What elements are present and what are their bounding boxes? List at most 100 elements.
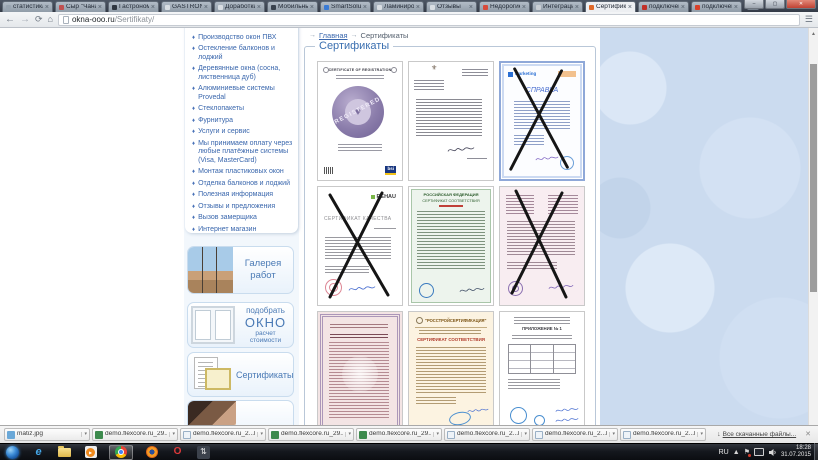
taskbar-explorer[interactable] <box>57 445 72 460</box>
downloads-bar-close-icon[interactable]: ✕ <box>805 431 811 438</box>
tab-close-icon[interactable]: × <box>628 5 632 10</box>
reload-icon[interactable]: ⟳ <box>35 15 43 24</box>
network-icon[interactable] <box>754 448 764 456</box>
action-center-flag-icon[interactable]: ⚑ <box>744 449 750 456</box>
caret-icon[interactable]: ▾ <box>433 432 439 437</box>
browser-tab[interactable]: Отзывы× <box>426 1 477 12</box>
browser-tab[interactable]: Мобильный× <box>267 1 318 12</box>
certificate-thumbnail-rosstroy[interactable]: "РОССТРОЙСЕРТИФИКАЦИЯ" СЕРТИФИКАТ СООТВЕ… <box>408 311 494 425</box>
certificate-thumbnail-appendix[interactable]: ПРИЛОЖЕНИЕ № 1 <box>499 311 585 425</box>
caret-icon[interactable]: ▾ <box>609 432 615 437</box>
sidebar-item-glass[interactable]: ♦Стеклопакеты <box>192 105 294 114</box>
tab-close-icon[interactable]: × <box>522 5 526 10</box>
window-minimize-button[interactable]: – <box>744 0 764 9</box>
scrollbar-thumb[interactable] <box>810 64 817 292</box>
certificate-thumbnail-letter[interactable]: ⚜ <box>408 61 494 181</box>
show-desktop-button[interactable] <box>814 443 818 460</box>
taskbar-ie[interactable]: e <box>31 445 46 460</box>
sidebar-item-glazing[interactable]: ♦Остекление балконов и лоджий <box>192 45 294 62</box>
browser-tab[interactable]: статистика× <box>2 1 53 12</box>
download-item[interactable]: demo.flexcore.ru_2...html▾ <box>444 428 530 441</box>
tab-close-icon[interactable]: × <box>45 5 49 10</box>
certificate-thumbnail-green[interactable]: РОССИЙСКАЯ ФЕДЕРАЦИЯ СЕРТИФИКАТ СООТВЕТС… <box>408 186 494 306</box>
sidebar-item-shop[interactable]: ♦Интернет магазин <box>192 226 294 235</box>
sidebar-item-aluminium[interactable]: ♦Алюминиевые системы Provedal <box>192 85 294 102</box>
breadcrumb-home-link[interactable]: Главная <box>319 31 348 40</box>
tab-close-icon[interactable]: × <box>469 5 473 10</box>
browser-tab[interactable]: GASTRONO...× <box>161 1 212 12</box>
tab-close-icon[interactable]: × <box>257 5 261 10</box>
sidebar-item-services[interactable]: ♦Услуги и сервис <box>192 128 294 137</box>
start-button[interactable] <box>5 445 20 460</box>
sidebar-item-reviews[interactable]: ♦Отзывы и предложения <box>192 203 294 212</box>
forward-icon[interactable]: → <box>20 15 30 25</box>
caret-icon[interactable]: ▾ <box>81 432 87 437</box>
tab-close-icon[interactable]: × <box>681 5 685 10</box>
home-icon[interactable]: ⌂ <box>48 15 53 24</box>
certificates-widget[interactable]: Сертификаты <box>187 352 294 397</box>
hidden-icons-arrow[interactable]: ▲ <box>733 449 740 456</box>
chrome-menu-icon[interactable]: ☰ <box>805 15 813 24</box>
download-item[interactable]: demo.flexcore.ru_29....csv▾ <box>92 428 178 441</box>
certificate-thumbnail-bsi[interactable]: CERTIFICATE OF REGISTRATION ♥ REGISTERED… <box>317 61 403 181</box>
download-item[interactable]: demo.flexcore.ru_2...html▾ <box>180 428 266 441</box>
sidebar-item-pvh[interactable]: ♦Производство окон ПВХ <box>192 34 294 43</box>
download-item[interactable]: demo.flexcore.ru_2...html▾ <box>532 428 618 441</box>
gallery-widget[interactable]: Галерея работ <box>187 246 294 294</box>
online-consultant-widget[interactable]: ONLINE <box>187 400 294 425</box>
browser-tab[interactable]: Ламиниро...× <box>373 1 424 12</box>
tab-close-icon[interactable]: × <box>310 5 314 10</box>
caret-icon[interactable]: ▾ <box>521 432 527 437</box>
language-indicator[interactable]: RU <box>719 449 729 456</box>
sidebar-item-install[interactable]: ♦Монтаж пластиковых окон <box>192 168 294 177</box>
browser-tab[interactable]: Недорогие...× <box>479 1 530 12</box>
speaker-icon[interactable] <box>768 448 777 457</box>
sidebar-item-montblanc[interactable]: ♦Элитные окна MONTBLANC <box>192 28 294 31</box>
browser-tab[interactable]: Интеграции× <box>532 1 583 12</box>
browser-tab[interactable]: Гастроном× <box>108 1 159 12</box>
taskbar-firefox[interactable] <box>144 445 159 460</box>
browser-tab[interactable]: подключени...× <box>638 1 689 12</box>
browser-tab[interactable]: Сыр "Чанах"× <box>55 1 106 12</box>
sidebar-item-info[interactable]: ♦Полезная информация <box>192 191 294 200</box>
window-maximize-button[interactable]: ▢ <box>765 0 785 9</box>
browser-tab[interactable]: подключени...× <box>691 1 742 12</box>
scroll-up-icon[interactable]: ▲ <box>809 28 818 39</box>
taskbar-chrome-active[interactable] <box>109 445 133 460</box>
window-calculator-widget[interactable]: подобрать ОКНО расчет стоимости <box>187 302 294 348</box>
tab-close-icon[interactable]: × <box>363 5 367 10</box>
certificate-thumbnail-rehau-crossed[interactable]: REHAU СЕРТИФИКАТ КАЧЕСТВА <box>317 186 403 306</box>
taskbar-opera[interactable]: O <box>170 445 185 460</box>
tab-close-icon[interactable]: × <box>98 5 102 10</box>
certificate-thumbnail-pink-crossed[interactable] <box>499 186 585 306</box>
back-icon[interactable]: ← <box>5 15 15 25</box>
caret-icon[interactable]: ▾ <box>257 432 263 437</box>
show-all-downloads-link[interactable]: ↓ Все скачанные файлы... <box>717 431 796 438</box>
certificate-thumbnail-blue-crossed[interactable]: Marketing СПРАВКА <box>499 61 585 181</box>
sidebar-item-payment[interactable]: ♦Мы принимаем оплату через любые платёжн… <box>192 140 294 166</box>
caret-icon[interactable]: ▾ <box>697 432 703 437</box>
tab-close-icon[interactable]: × <box>416 5 420 10</box>
caret-icon[interactable]: ▾ <box>169 432 175 437</box>
sidebar-item-measurer[interactable]: ♦Вызов замерщика <box>192 214 294 223</box>
browser-tab-active[interactable]: Сертификат...× <box>585 1 636 12</box>
certificate-thumbnail-ornate[interactable] <box>317 311 403 425</box>
tab-close-icon[interactable]: × <box>575 5 579 10</box>
download-item[interactable]: matiz.jpg▾ <box>4 428 90 441</box>
sidebar-item-wood[interactable]: ♦Деревянные окна (сосна, лиственница дуб… <box>192 65 294 82</box>
browser-tab[interactable]: Доработки× <box>214 1 265 12</box>
page-scrollbar[interactable]: ▲ <box>808 28 818 425</box>
sidebar-item-furniture[interactable]: ♦Фурнитура <box>192 117 294 126</box>
tab-close-icon[interactable]: × <box>151 5 155 10</box>
download-item[interactable]: demo.flexcore.ru_29....csv▾ <box>356 428 442 441</box>
sidebar-item-balcony[interactable]: ♦Отделка балконов и лоджий <box>192 180 294 189</box>
window-close-button[interactable]: ✕ <box>786 0 816 9</box>
caret-icon[interactable]: ▾ <box>345 432 351 437</box>
taskbar-media-player[interactable]: ▶ <box>83 445 98 460</box>
tab-close-icon[interactable]: × <box>734 5 738 10</box>
download-item[interactable]: demo.flexcore.ru_2...html▾ <box>620 428 706 441</box>
taskbar-download-manager[interactable]: ⇅ <box>196 445 211 460</box>
address-bar[interactable]: okna-ooo.ru/Sertifikaty/ <box>58 14 800 26</box>
taskbar-clock[interactable]: 18:28 31.07.2015 <box>781 445 811 459</box>
tab-close-icon[interactable]: × <box>204 5 208 10</box>
